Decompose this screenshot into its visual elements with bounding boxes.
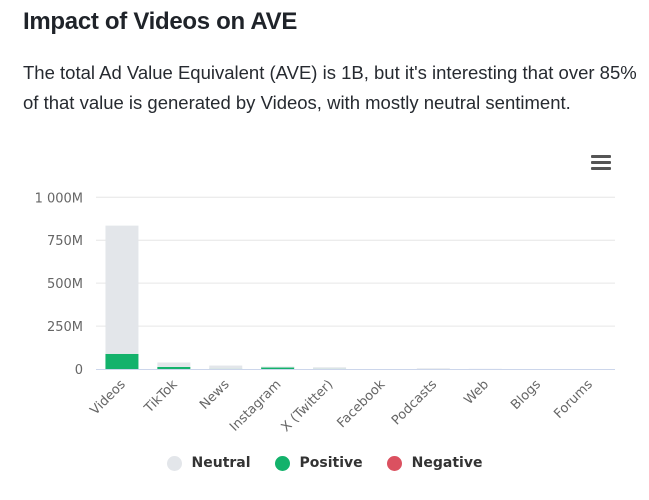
legend-label: Neutral: [191, 455, 251, 471]
legend-item-neutral[interactable]: Neutral: [166, 455, 251, 471]
legend-label: Negative: [411, 455, 483, 471]
bar-neutral[interactable]: [209, 365, 243, 369]
y-axis-ticks: 0 250M 500M 750M 1 000M: [35, 191, 83, 378]
chart-title: Impact of Videos on AVE: [23, 8, 298, 35]
x-tick-label: Podcasts: [389, 377, 440, 428]
x-tick-label: News: [197, 377, 233, 413]
legend-label: Positive: [299, 455, 363, 471]
bar-neutral[interactable]: [105, 225, 139, 354]
legend-dot-icon: [386, 455, 402, 471]
y-tick-label: 750M: [47, 234, 83, 249]
legend-item-positive[interactable]: Positive: [274, 455, 363, 471]
x-tick-label: Blogs: [508, 377, 544, 413]
stacked-bar-chart: 0 250M 500M 750M 1 000M Videos TikTok NewsInst…: [35, 191, 615, 435]
bars: [105, 225, 502, 370]
bar-neutral[interactable]: [157, 362, 191, 367]
x-tick-label: X (Twitter): [279, 377, 337, 435]
legend-dot-icon: [274, 455, 290, 471]
bar-positive[interactable]: [157, 366, 191, 369]
gridlines: [96, 196, 615, 327]
chart-description: The total Ad Value Equivalent (AVE) is 1…: [23, 62, 637, 113]
bar-neutral[interactable]: [313, 367, 347, 369]
x-tick-label: Web: [461, 377, 492, 408]
legend-dot-icon: [166, 455, 182, 471]
bar-positive[interactable]: [105, 353, 139, 369]
y-tick-label: 1 000M: [35, 191, 83, 206]
x-tick-label: TikTok: [141, 377, 181, 417]
legend: Neutral Positive Negative: [0, 455, 649, 471]
y-tick-label: 250M: [47, 320, 83, 335]
bar-neutral[interactable]: [416, 368, 450, 370]
x-tick-label: Videos: [88, 377, 129, 418]
bar-neutral[interactable]: [261, 366, 295, 368]
x-tick-label: Instagram: [227, 377, 284, 434]
hamburger-menu-icon[interactable]: [589, 152, 613, 174]
x-axis-labels: Videos TikTok NewsInstagramX (Twitter)Face…: [88, 377, 596, 435]
legend-item-negative[interactable]: Negative: [386, 455, 483, 471]
x-tick-label: Forums: [551, 377, 596, 422]
y-tick-label: 0: [75, 363, 83, 378]
x-tick-label: Facebook: [334, 377, 388, 431]
y-tick-label: 500M: [47, 277, 83, 292]
